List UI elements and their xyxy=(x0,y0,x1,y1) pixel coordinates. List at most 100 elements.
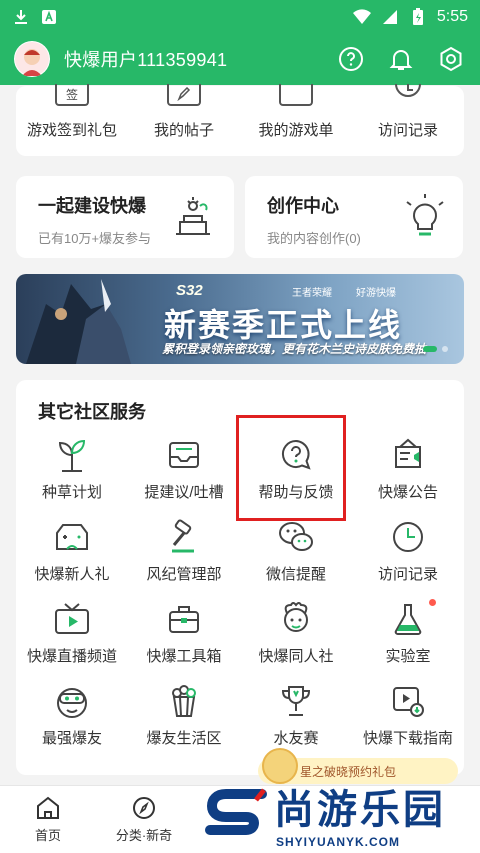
app-notification-icon xyxy=(40,8,58,26)
creation-center-card[interactable]: 创作中心 我的内容创作(0) xyxy=(245,176,463,258)
section-title: 其它社区服务 xyxy=(38,402,146,422)
service-toolbox[interactable]: 快爆工具箱 xyxy=(128,599,240,681)
username[interactable]: 快爆用户111359941 xyxy=(64,46,227,72)
service-label: 快爆下载指南 xyxy=(362,730,453,747)
service-label: 快爆工具箱 xyxy=(146,648,222,665)
signin-icon: 签 xyxy=(55,84,89,106)
settings-icon[interactable] xyxy=(436,44,466,74)
service-life-zone[interactable]: 爆友生活区 xyxy=(128,681,240,763)
carousel-dot-active xyxy=(423,346,437,352)
service-download-guide[interactable]: 快爆下载指南 xyxy=(352,681,464,763)
service-newcomer-gift[interactable]: 快爆新人礼 xyxy=(16,517,128,599)
toolbox-icon xyxy=(164,599,204,639)
download-guide-icon xyxy=(388,681,428,721)
quick-item-visit-history[interactable]: 访问记录 xyxy=(352,84,464,156)
trophy-icon xyxy=(276,681,316,721)
services-grid: 种草计划 提建议/吐槽 帮助与反馈 快爆公告 快爆新人礼 风纪管理部 微信提醒 … xyxy=(16,435,464,763)
signal-icon xyxy=(381,8,399,26)
build-community-card[interactable]: 一起建设快爆 已有10万+爆友参与 xyxy=(16,176,234,258)
watermark-url: SHYIYUANYK.COM xyxy=(276,835,401,849)
brand-label: 王者荣耀 xyxy=(292,288,332,299)
service-label: 快爆直播频道 xyxy=(26,648,117,665)
status-bar: 5:55 xyxy=(0,0,480,33)
service-help-feedback[interactable]: 帮助与反馈 xyxy=(240,435,352,517)
service-fan-match[interactable]: 水友赛 xyxy=(240,681,352,763)
wechat-icon xyxy=(276,517,316,557)
suggestion-box-icon xyxy=(164,435,204,475)
service-label: 实验室 xyxy=(385,648,431,665)
fan-art-icon xyxy=(276,599,316,639)
edit-icon xyxy=(167,84,201,106)
download-icon xyxy=(12,8,30,26)
service-wechat-reminder[interactable]: 微信提醒 xyxy=(240,517,352,599)
folder-icon xyxy=(279,84,313,106)
site-watermark: 尚游乐园 SHYIYUANYK.COM xyxy=(204,786,480,853)
service-top-fans[interactable]: 最强爆友 xyxy=(16,681,128,763)
service-label: 水友赛 xyxy=(273,730,319,747)
bell-icon[interactable] xyxy=(386,44,416,74)
quick-item-label: 游戏签到礼包 xyxy=(26,122,117,139)
service-laboratory[interactable]: 实验室 xyxy=(352,599,464,681)
nav-label: 分类·新奇 xyxy=(115,828,173,843)
live-tv-icon xyxy=(52,599,92,639)
compass-icon xyxy=(133,797,155,819)
hero-illustration xyxy=(26,279,131,364)
announcement-icon xyxy=(388,435,428,475)
watermark-text: 尚游乐园 xyxy=(274,788,446,832)
clock-time: 5:55 xyxy=(436,7,468,25)
service-sprout-plan[interactable]: 种草计划 xyxy=(16,435,128,517)
service-visit-history[interactable]: 访问记录 xyxy=(352,517,464,599)
quick-item-signin-gift[interactable]: 签 游戏签到礼包 xyxy=(16,84,128,156)
service-label: 种草计划 xyxy=(41,484,102,501)
carousel-dot xyxy=(442,346,448,352)
community-services-card: 其它社区服务 种草计划 提建议/吐槽 帮助与反馈 快爆公告 快爆新人礼 风纪管理… xyxy=(16,380,464,775)
quick-access-card: 签 游戏签到礼包 我的帖子 我的游戏单 访问记录 xyxy=(16,84,464,156)
brand-label: 好游快爆 xyxy=(356,288,396,299)
avatar[interactable] xyxy=(14,41,50,77)
popcorn-icon xyxy=(164,681,204,721)
quick-item-label: 我的游戏单 xyxy=(258,122,334,139)
vr-face-icon xyxy=(52,681,92,721)
nav-category[interactable]: 分类·新奇 xyxy=(96,786,192,853)
service-label: 最强爆友 xyxy=(41,730,102,747)
sprout-icon xyxy=(52,435,92,475)
service-label: 访问记录 xyxy=(377,566,438,583)
service-label: 快爆新人礼 xyxy=(34,566,110,583)
quick-item-my-game-list[interactable]: 我的游戏单 xyxy=(240,84,352,156)
builders-icon xyxy=(170,194,216,245)
service-label: 提建议/吐槽 xyxy=(144,484,224,501)
service-live-channel[interactable]: 快爆直播频道 xyxy=(16,599,128,681)
new-badge-dot xyxy=(429,599,436,606)
service-label: 快爆公告 xyxy=(377,484,438,501)
newcomer-gift-icon xyxy=(52,517,92,557)
home-icon xyxy=(37,796,59,819)
promo-banner[interactable]: S32 王者荣耀 好游快爆 新赛季正式上线 累积登录领亲密玫瑰，更有花木兰史诗皮… xyxy=(16,274,464,364)
service-label: 爆友生活区 xyxy=(146,730,222,747)
service-label: 微信提醒 xyxy=(265,566,326,583)
season-tag: S32 xyxy=(176,282,203,299)
service-label: 帮助与反馈 xyxy=(258,484,334,501)
carousel-indicator xyxy=(423,346,448,352)
quick-item-label: 我的帖子 xyxy=(153,122,214,139)
service-fan-club[interactable]: 快爆同人社 xyxy=(240,599,352,681)
service-label: 快爆同人社 xyxy=(258,648,334,665)
wifi-icon xyxy=(352,8,371,26)
clock-icon xyxy=(388,517,428,557)
service-announcement[interactable]: 快爆公告 xyxy=(352,435,464,517)
watermark-logo-icon xyxy=(205,788,267,835)
gavel-icon xyxy=(164,517,204,557)
service-discipline-dept[interactable]: 风纪管理部 xyxy=(128,517,240,599)
floating-gift-badge[interactable]: 星之破晓预约礼包 xyxy=(258,748,458,784)
help-icon[interactable] xyxy=(336,44,366,74)
quick-item-label: 访问记录 xyxy=(377,122,438,139)
service-label: 风纪管理部 xyxy=(146,566,222,583)
clock-icon xyxy=(391,84,425,106)
nav-home[interactable]: 首页 xyxy=(0,786,96,853)
service-suggestion[interactable]: 提建议/吐槽 xyxy=(128,435,240,517)
nav-label: 首页 xyxy=(34,828,61,843)
flask-icon xyxy=(388,599,428,639)
banner-subtitle: 累积登录领亲密玫瑰，更有花木兰史诗皮肤免费抽 xyxy=(162,342,427,356)
float-badge-text: 星之破晓预约礼包 xyxy=(300,764,397,779)
quick-item-my-posts[interactable]: 我的帖子 xyxy=(128,84,240,156)
mascot-avatar xyxy=(262,748,298,784)
